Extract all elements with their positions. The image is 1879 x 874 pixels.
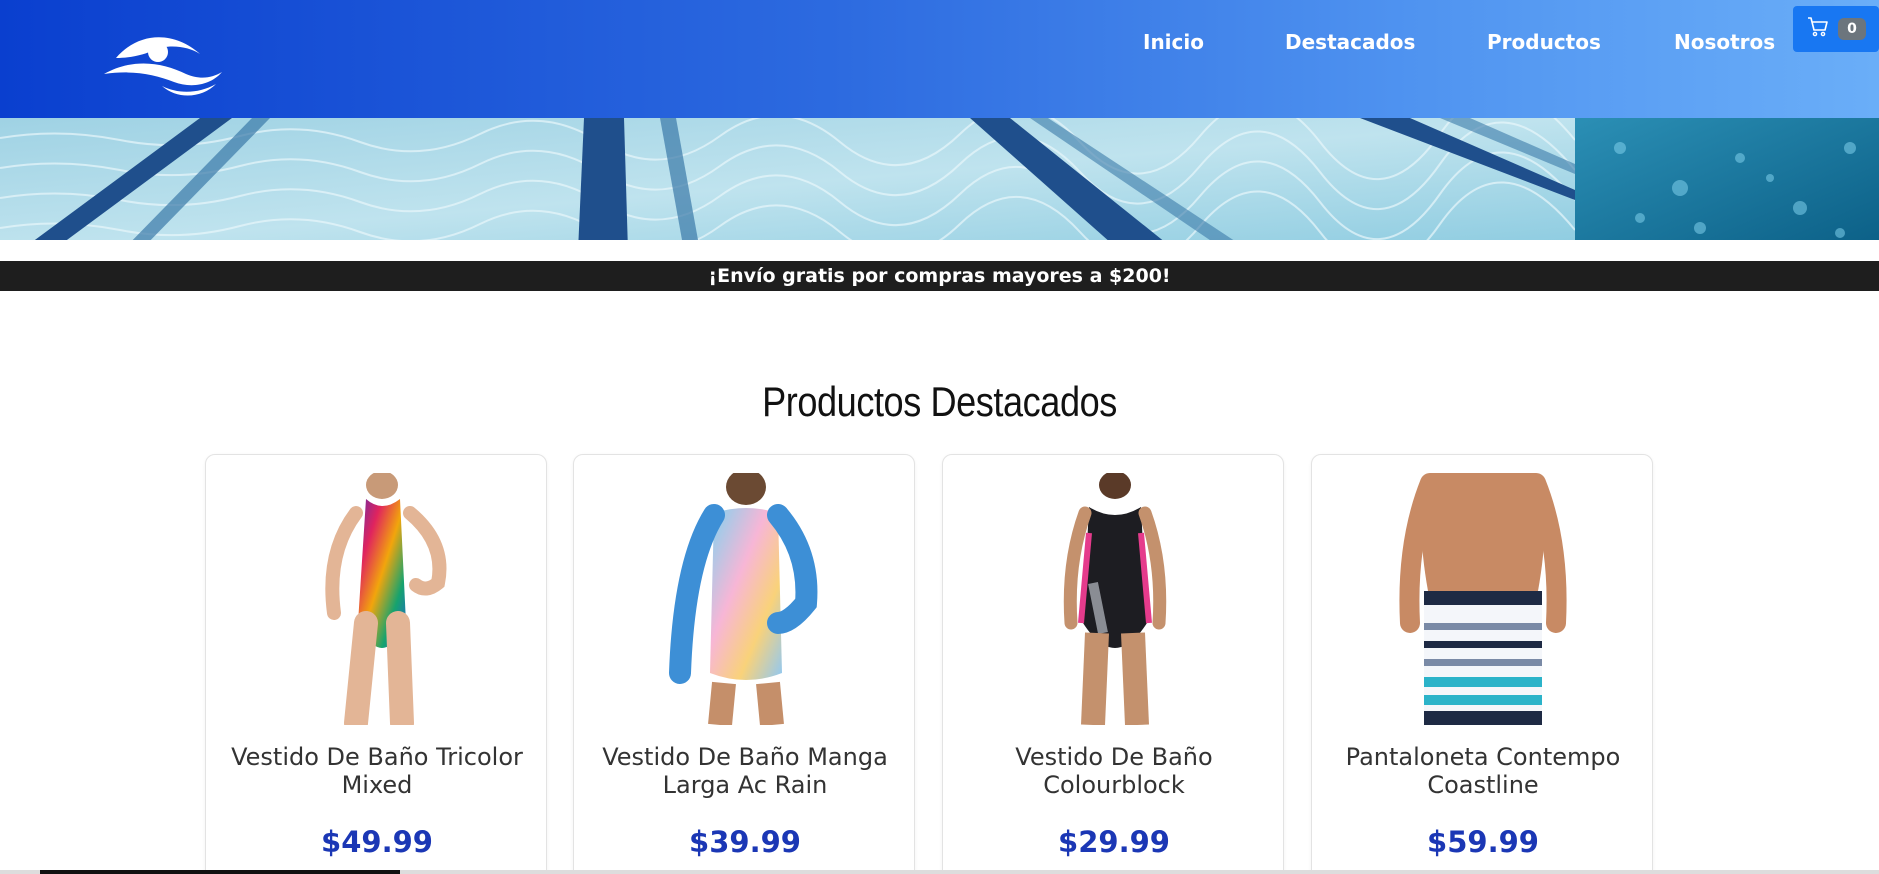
- cart-count-badge: 0: [1838, 18, 1866, 40]
- product-name[interactable]: Pantaloneta Contempo Coastline: [1328, 743, 1638, 799]
- product-price: $59.99: [1427, 825, 1539, 859]
- product-image[interactable]: [943, 471, 1285, 726]
- product-name[interactable]: Vestido De Baño Tricolor Mixed: [222, 743, 532, 799]
- product-name[interactable]: Vestido De Baño Manga Larga Ac Rain: [590, 743, 900, 799]
- product-image[interactable]: [1312, 473, 1654, 725]
- product-image[interactable]: [206, 471, 548, 735]
- page-bottom-scroll-edge: [0, 870, 1879, 874]
- product-card[interactable]: Vestido De Baño Tricolor Mixed $49.99: [205, 454, 547, 874]
- product-card[interactable]: Vestido De Baño Manga Larga Ac Rain $39.…: [573, 454, 915, 874]
- product-image[interactable]: [574, 469, 916, 727]
- nav-destacados[interactable]: Destacados: [1285, 30, 1415, 54]
- pool-banner: [0, 118, 1879, 251]
- main-nav: Inicio Destacados Productos Nosotros: [0, 30, 1879, 60]
- product-price: $49.99: [321, 825, 433, 859]
- shopping-cart-icon: [1806, 15, 1830, 43]
- nav-inicio[interactable]: Inicio: [1143, 30, 1204, 54]
- section-title: Productos Destacados: [762, 378, 1117, 425]
- product-price: $29.99: [1058, 825, 1170, 859]
- product-price: $39.99: [689, 825, 801, 859]
- product-card[interactable]: Vestido De Baño Colourblock $29.99: [942, 454, 1284, 874]
- free-shipping-notice: ¡Envío gratis por compras mayores a $200…: [0, 261, 1879, 291]
- site-header: Inicio Destacados Productos Nosotros 0: [0, 0, 1879, 118]
- product-name[interactable]: Vestido De Baño Colourblock: [959, 743, 1269, 799]
- nav-productos[interactable]: Productos: [1487, 30, 1601, 54]
- nav-nosotros[interactable]: Nosotros: [1674, 30, 1775, 54]
- cart-button[interactable]: 0: [1793, 6, 1879, 52]
- product-card[interactable]: Pantaloneta Contempo Coastline $59.99: [1311, 454, 1653, 874]
